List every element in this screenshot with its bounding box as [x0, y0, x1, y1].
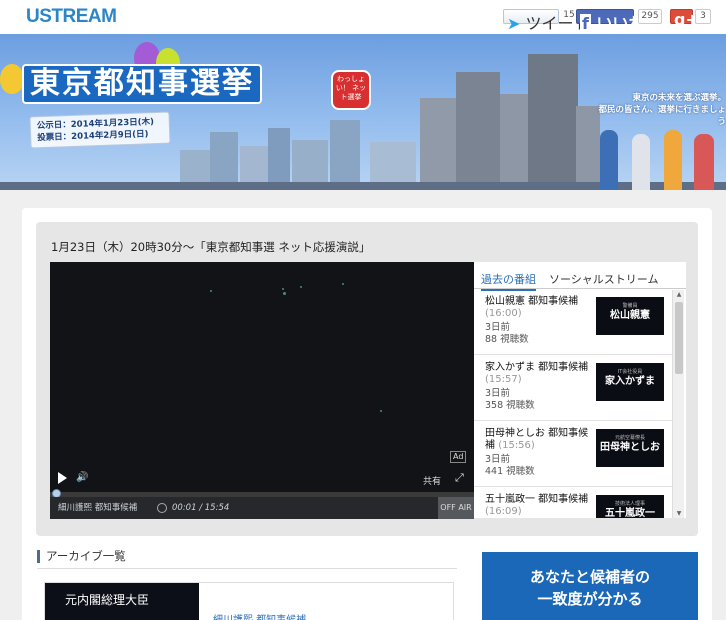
item-views: 441 視聴数 [485, 466, 535, 477]
building-shape [268, 128, 290, 190]
thumb-sub: 技術法人理事 [614, 501, 645, 507]
channel-name[interactable]: 細川護熙 都知事候補 [58, 497, 137, 519]
list-scrollbar[interactable]: ▲ ▼ [672, 290, 684, 518]
thumb-name: 松山親憲 [610, 310, 650, 321]
promo-line: あなたと候補者の [529, 568, 650, 586]
item-name: 松山親憲 都知事候補 [485, 296, 579, 307]
building-shape [456, 72, 500, 190]
video-dot [283, 292, 286, 295]
archive-title[interactable]: 細川護熙 都知事候補 [213, 611, 306, 620]
slogan-line: 都民の皆さん、選挙に行きましょう [598, 105, 726, 127]
banner-title: 東京都知事選挙 [22, 64, 262, 104]
sidebar-tabs: 過去の番組 ソーシャルストリーム [474, 262, 686, 291]
volume-icon[interactable]: 🔊 [76, 472, 88, 484]
item-duration: (16:09) [485, 506, 522, 517]
item-ago: 3日前 [485, 322, 511, 333]
top-bar: USTREAM ➤ ツイート 15 f いいね！ 295 g+1 3 [0, 0, 726, 34]
like-count: 295 [638, 9, 662, 24]
building-shape [528, 54, 578, 190]
item-name: 五十嵐政一 都知事候補 [485, 494, 589, 505]
item-thumbnail[interactable]: 技術法人理事 五十嵐政一 [596, 495, 664, 518]
facebook-icon: f [580, 14, 591, 33]
plusone-count: 3 [695, 9, 711, 24]
facebook-like-button[interactable]: f いいね！ [576, 9, 661, 33]
share-button[interactable]: 共有 [423, 474, 441, 487]
divider [37, 568, 457, 569]
election-dates: 公示日：2014年1月23日(木) 投票日：2014年2月9日(日) [29, 111, 171, 149]
building-shape [330, 120, 360, 190]
program-list: 松山親憲 都知事候補 (16:00) 3日前 88 視聴数 警備員 松山親憲 家入か… [474, 290, 672, 518]
matching-promo-banner[interactable]: あなたと候補者の 一致度が分かる [482, 552, 698, 620]
item-thumbnail[interactable]: IT会社役員 家入かずま [596, 363, 664, 401]
thumb-sub: 元航空幕僚長 [614, 435, 645, 441]
fullscreen-icon[interactable]: ⤢ [455, 472, 464, 484]
video-dot [210, 290, 212, 292]
google-plusone-button[interactable]: g+1 [670, 9, 710, 29]
video-dot [380, 410, 382, 412]
item-thumbnail[interactable]: 警備員 松山親憲 [596, 297, 664, 335]
tab-past-programs[interactable]: 過去の番組 [481, 271, 536, 291]
list-item[interactable]: 五十嵐政一 都知事候補 (16:09) 技術法人理事 五十嵐政一 [474, 488, 672, 518]
thumb-name: 五十嵐政一 [605, 508, 655, 518]
item-thumbnail[interactable]: 元航空幕僚長 田母神としお [596, 429, 664, 467]
person-illustration [694, 134, 714, 190]
play-icon[interactable] [58, 472, 67, 484]
item-views: 358 視聴数 [485, 400, 535, 411]
item-name: 家入かずま 都知事候補 [485, 362, 589, 373]
list-item[interactable]: 家入かずま 都知事候補 (15:57) 3日前 358 視聴数 IT会社役員 家入… [474, 356, 672, 421]
item-views: 88 視聴数 [485, 334, 529, 345]
thumb-sub: 警備員 [622, 303, 638, 309]
scroll-up-icon[interactable]: ▲ [675, 291, 683, 298]
thumb-name: 家入かずま [605, 376, 655, 387]
scroll-down-icon[interactable]: ▼ [675, 510, 683, 517]
item-title: 田母神としお 都知事候補 (15:56) [485, 428, 595, 452]
item-duration: (15:57) [485, 374, 522, 385]
tweet-count: 15 [563, 10, 575, 20]
item-title: 五十嵐政一 都知事候補 (16:09) [485, 494, 595, 518]
tweet-button[interactable]: ➤ ツイート [503, 9, 590, 33]
item-ago: 3日前 [485, 388, 511, 399]
archive-heading: アーカイブ一覧 [37, 550, 126, 563]
off-air-badge: OFF AIR [438, 497, 474, 519]
video-dot [282, 288, 284, 290]
promo-line: 一致度が分かる [537, 590, 643, 608]
person-illustration [600, 130, 618, 190]
video-player[interactable] [50, 262, 474, 518]
list-item[interactable]: 田母神としお 都知事候補 (15:56) 3日前 441 視聴数 元航空幕僚長田… [474, 422, 672, 487]
item-duration: (15:56) [498, 440, 535, 451]
video-dot [342, 283, 344, 285]
person-illustration [632, 134, 650, 190]
tab-social-stream[interactable]: ソーシャルストリーム [549, 271, 658, 287]
archive-card[interactable]: 元内閣総理大臣 細川護熙 都知事候補 [44, 582, 454, 620]
election-banner: 東京都知事選挙 わっしょい！ ネット選挙 公示日：2014年1月23日(木) 投… [0, 34, 726, 190]
twitter-bird-icon: ➤ [507, 14, 521, 33]
item-ago: 3日前 [485, 454, 511, 465]
program-sidebar: 過去の番組 ソーシャルストリーム 松山親憲 都知事候補 (16:00) 3日前 8… [474, 262, 686, 518]
banner-slogan: 東京の未来を選ぶ選挙。 都民の皆さん、選挙に行きましょう [596, 92, 726, 128]
net-election-badge: わっしょい！ ネット選挙 [331, 70, 371, 110]
building-shape [500, 94, 530, 190]
clock-icon [157, 503, 167, 513]
ad-label: Ad [450, 451, 467, 463]
thumb-sub: IT会社役員 [617, 369, 643, 375]
archive-thumbnail[interactable]: 元内閣総理大臣 [45, 583, 199, 620]
list-item[interactable]: 松山親憲 都知事候補 (16:00) 3日前 88 視聴数 警備員 松山親憲 [474, 290, 672, 355]
thumb-name: 田母神としお [600, 442, 660, 453]
balloon-icon [0, 64, 24, 94]
building-shape [420, 98, 456, 190]
scrollbar-thumb[interactable] [675, 302, 683, 374]
program-title: 1月23日（木）20時30分～「東京都知事選 ネット応援演説」 [51, 240, 371, 254]
item-duration: (16:00) [485, 308, 522, 319]
person-illustration [664, 130, 682, 190]
item-title: 家入かずま 都知事候補 (15:57) [485, 362, 595, 386]
ustream-logo[interactable]: USTREAM [26, 6, 117, 28]
item-title: 松山親憲 都知事候補 (16:00) [485, 296, 595, 320]
slogan-line: 東京の未来を選ぶ選挙。 [632, 93, 726, 103]
video-dot [300, 286, 302, 288]
playback-time: 00:01 / 15:54 [172, 503, 230, 513]
player-info-bar: 細川護熙 都知事候補 00:01 / 15:54 OFF AIR [50, 497, 474, 519]
